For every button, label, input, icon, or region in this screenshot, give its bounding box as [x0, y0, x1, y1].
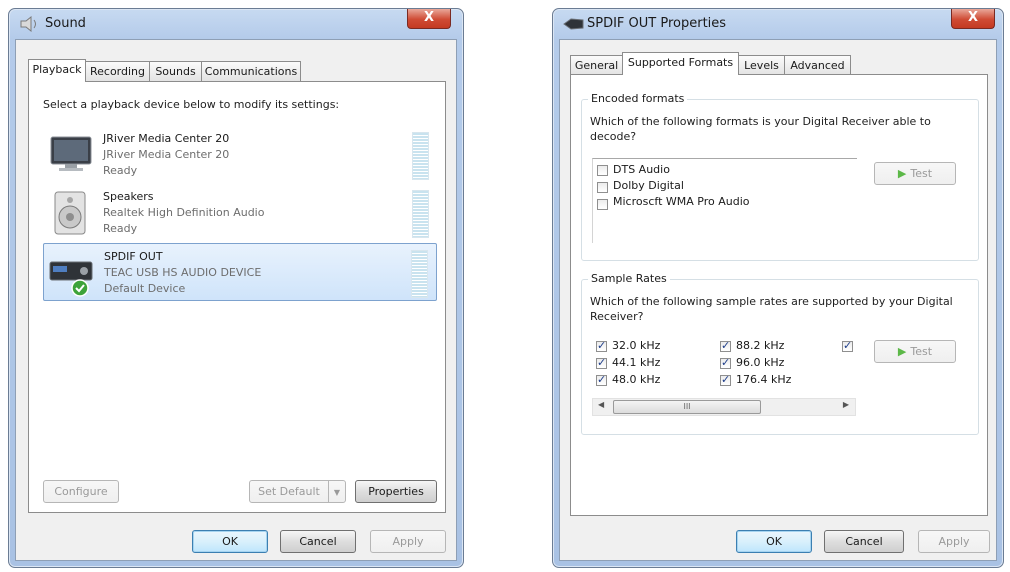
rate-label: 48.0 kHz [612, 373, 661, 386]
tab-general[interactable]: General [570, 55, 623, 75]
configure-button[interactable]: Configure [43, 480, 119, 503]
chevron-down-icon: ▼ [333, 488, 341, 497]
tab-communications[interactable]: Communications [201, 61, 301, 81]
speaker-icon [20, 16, 36, 32]
rate-label: 44.1 kHz [612, 356, 661, 369]
apply-button[interactable]: Apply [370, 530, 446, 553]
audio-device-icon [49, 261, 93, 297]
set-default-dropdown[interactable]: ▼ [328, 480, 346, 503]
supported-formats-page: Encoded formats Which of the following f… [570, 74, 988, 516]
window-title: SPDIF OUT Properties [587, 16, 727, 31]
device-item-speakers[interactable]: Speakers Realtek High Definition Audio R… [43, 184, 437, 242]
format-label: Microscft WMA Pro Audio [613, 195, 750, 208]
question-text: Which of the following formats is your D… [590, 115, 931, 143]
rate-label: 32.0 kHz [612, 339, 661, 352]
tab-playback[interactable]: Playback [28, 59, 86, 82]
group-label: Encoded formats [588, 92, 688, 105]
tab-advanced[interactable]: Advanced [784, 55, 851, 75]
apply-button[interactable]: Apply [918, 530, 990, 553]
tab-levels[interactable]: Levels [738, 55, 785, 75]
scroll-left-icon[interactable]: ◀ [598, 400, 604, 409]
group-label: Sample Rates [588, 272, 670, 285]
title-bar: Sound X [9, 9, 463, 39]
playback-page: Select a playback device below to modify… [28, 81, 446, 513]
wma-pro-checkbox[interactable] [597, 199, 608, 210]
rate-44-checkbox[interactable] [596, 356, 607, 369]
window-title: Sound [45, 16, 86, 31]
monitor-icon [50, 136, 92, 171]
sample-rates-group: Sample Rates Which of the following samp… [581, 272, 979, 435]
sample-rates-test-button[interactable]: ▶ Test [874, 340, 956, 363]
play-icon: ▶ [897, 345, 907, 358]
scroll-right-icon[interactable]: ▶ [843, 400, 849, 409]
dts-audio-checkbox[interactable] [597, 165, 608, 176]
encoded-test-button[interactable]: ▶ Test [874, 162, 956, 185]
tab-sounds[interactable]: Sounds [149, 61, 202, 81]
rate-label: 96.0 kHz [736, 356, 785, 369]
level-meter [412, 190, 429, 238]
test-label: Test [910, 345, 933, 358]
rate-176-checkbox[interactable] [720, 373, 731, 386]
horizontal-scrollbar[interactable]: ◀ III ▶ [592, 398, 856, 416]
rate-48-checkbox[interactable] [596, 373, 607, 386]
device-description: JRiver Media Center 20 [103, 148, 230, 161]
format-label: Dolby Digital [613, 179, 684, 192]
tab-recording[interactable]: Recording [85, 61, 150, 81]
cancel-button[interactable]: Cancel [824, 530, 904, 553]
dialog-body: General Supported Formats Levels Advance… [559, 39, 997, 561]
ok-button[interactable]: OK [736, 530, 812, 553]
dialog-body: Playback Recording Sounds Communications… [15, 39, 457, 561]
properties-button[interactable]: Properties [355, 480, 437, 503]
play-icon: ▶ [897, 167, 907, 180]
rate-next-checkbox[interactable] [842, 339, 853, 352]
tab-supported-formats[interactable]: Supported Formats [622, 52, 739, 75]
rate-96-checkbox[interactable] [720, 356, 731, 369]
rate-label: 88.2 kHz [736, 339, 785, 352]
speaker-icon [54, 191, 86, 235]
device-description: Realtek High Definition Audio [103, 206, 265, 219]
dolby-digital-checkbox[interactable] [597, 182, 608, 193]
title-bar: SPDIF OUT Properties X [553, 9, 1003, 39]
ok-button[interactable]: OK [192, 530, 268, 553]
sound-window: Sound X Playback Recording Sounds Commun… [8, 8, 464, 568]
instruction-text: Select a playback device below to modify… [43, 98, 340, 111]
question-text: Which of the following sample rates are … [590, 295, 953, 323]
device-name: Speakers [103, 190, 154, 203]
sample-rate-list: 32.0 kHz 44.1 kHz 48.0 kHz 88.2 kHz 96.0… [592, 336, 856, 420]
device-name: SPDIF OUT [104, 250, 163, 263]
audio-device-icon [563, 18, 584, 30]
rate-label: 176.4 kHz [736, 373, 792, 386]
scroll-thumb[interactable]: III [613, 400, 761, 414]
device-status: Default Device [104, 282, 186, 295]
device-description: TEAC USB HS AUDIO DEVICE [104, 266, 262, 279]
device-item-jriver[interactable]: JRiver Media Center 20 JRiver Media Cent… [43, 126, 437, 184]
device-name: JRiver Media Center 20 [103, 132, 230, 145]
close-button[interactable]: X [407, 9, 451, 29]
test-label: Test [910, 167, 933, 180]
properties-window: SPDIF OUT Properties X General Supported… [552, 8, 1004, 568]
set-default-button[interactable]: Set Default [249, 480, 329, 503]
rate-88-checkbox[interactable] [720, 339, 731, 352]
encoded-formats-group: Encoded formats Which of the following f… [581, 92, 979, 261]
close-button[interactable]: X [951, 9, 995, 29]
rate-32-checkbox[interactable] [596, 339, 607, 352]
device-list: JRiver Media Center 20 JRiver Media Cent… [43, 126, 437, 306]
format-label: DTS Audio [613, 163, 670, 176]
device-item-spdif-out[interactable]: SPDIF OUT TEAC USB HS AUDIO DEVICE Defau… [43, 243, 437, 301]
device-status: Ready [103, 164, 138, 177]
level-meter [412, 132, 429, 180]
device-status: Ready [103, 222, 138, 235]
level-meter [411, 250, 428, 298]
scroll-grip: III [683, 402, 691, 411]
format-list: DTS Audio Dolby Digital Microscft WMA Pr… [592, 158, 857, 243]
cancel-button[interactable]: Cancel [280, 530, 356, 553]
